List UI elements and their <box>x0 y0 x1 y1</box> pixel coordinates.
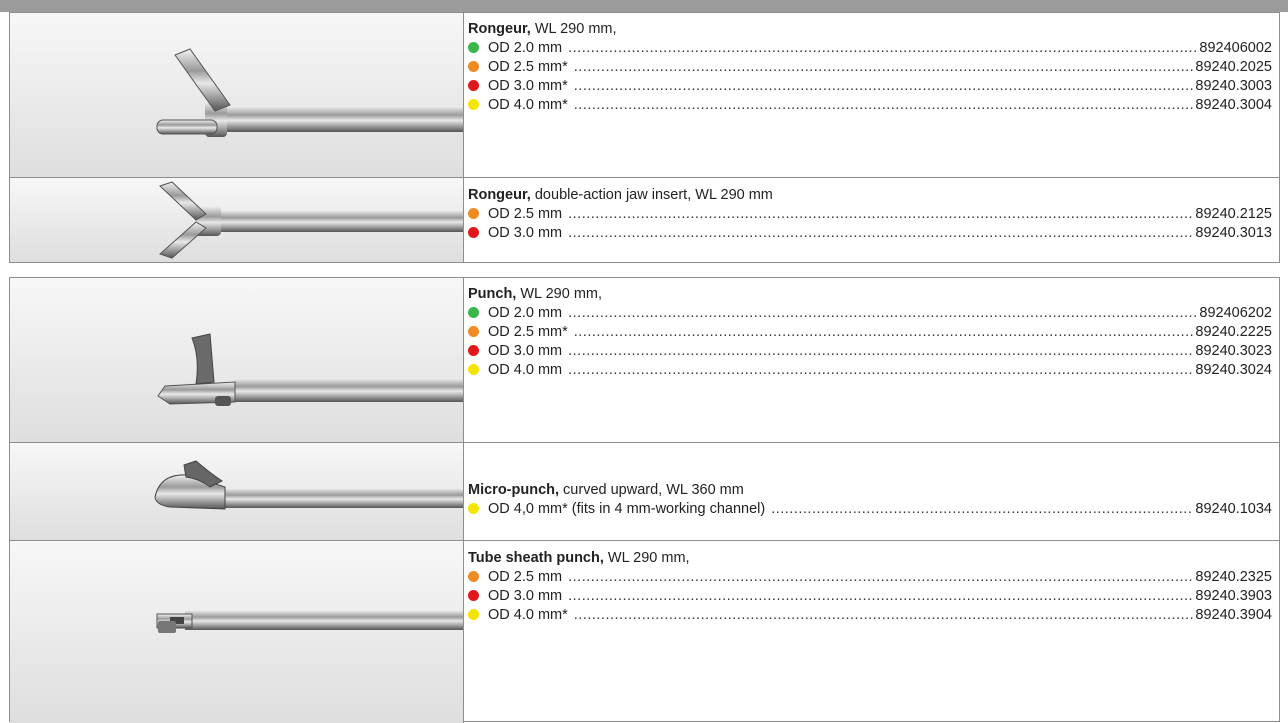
size-label: OD 2.0 mm <box>488 40 563 56</box>
article-number: 89240.3013 <box>1195 225 1272 241</box>
top-header-bar <box>0 0 1288 12</box>
product-title: Tube sheath punch, WL 290 mm, <box>468 550 690 566</box>
size-label: OD 4.0 mm <box>488 362 563 378</box>
yellow-size-dot <box>468 364 479 375</box>
product-title: Micro-punch, curved upward, WL 360 mm <box>468 482 744 498</box>
orange-size-dot <box>468 571 479 582</box>
order-item: OD 3.0 mm 89240.3023 <box>468 342 1272 361</box>
product-title: Rongeur, WL 290 mm, <box>468 21 617 37</box>
micro-punch-instrument-image <box>10 443 464 540</box>
article-number: 89240.3023 <box>1195 343 1272 359</box>
product-row-tube-sheath-punch: Tube sheath punch, WL 290 mm, OD 2.5 mm 8… <box>10 540 1279 723</box>
yellow-size-dot <box>468 503 479 514</box>
order-item: OD 4.0 mm* 89240.3004 <box>468 96 1272 115</box>
orange-size-dot <box>468 208 479 219</box>
size-label: OD 2.5 mm <box>488 206 563 222</box>
tube-sheath-punch-image <box>10 541 464 723</box>
article-number: 89240.3024 <box>1195 362 1272 378</box>
article-number: 89240.3003 <box>1195 78 1272 94</box>
article-number: 89240.2125 <box>1195 206 1272 222</box>
orange-size-dot <box>468 61 479 72</box>
red-size-dot <box>468 345 479 356</box>
article-number: 89240.3004 <box>1195 97 1272 113</box>
rongeur-double-action-details: Rongeur, double-action jaw insert, WL 29… <box>468 178 1272 262</box>
rongeur-details: Rongeur, WL 290 mm, OD 2.0 mm 892406002 O… <box>468 13 1272 177</box>
red-size-dot <box>468 590 479 601</box>
size-label: OD 4,0 mm* (fits in 4 mm-working channel… <box>488 501 766 517</box>
size-label: OD 3.0 mm* <box>488 78 568 94</box>
yellow-size-dot <box>468 609 479 620</box>
size-label: OD 2.5 mm* <box>488 59 568 75</box>
order-item: OD 2.5 mm* 89240.2225 <box>468 323 1272 342</box>
article-number: 892406002 <box>1199 40 1272 56</box>
order-item: OD 3.0 mm 89240.3013 <box>468 224 1272 243</box>
product-row-micro-punch: Micro-punch, curved upward, WL 360 mm OD… <box>10 442 1279 540</box>
product-row-rongeur: Rongeur, WL 290 mm, OD 2.0 mm 892406002 O… <box>10 13 1279 177</box>
punch-instrument-image <box>10 278 464 442</box>
product-row-rongeur-double-action: Rongeur, double-action jaw insert, WL 29… <box>10 177 1279 262</box>
order-item: OD 3.0 mm* 89240.3003 <box>468 77 1272 96</box>
red-size-dot <box>468 80 479 91</box>
article-number: 89240.2325 <box>1195 569 1272 585</box>
order-item: OD 4,0 mm* (fits in 4 mm-working channel… <box>468 500 1272 519</box>
orange-size-dot <box>468 326 479 337</box>
size-label: OD 4.0 mm* <box>488 607 568 623</box>
order-item: OD 2.5 mm 89240.2325 <box>468 568 1272 587</box>
yellow-size-dot <box>468 99 479 110</box>
product-title: Rongeur, double-action jaw insert, WL 29… <box>468 187 773 203</box>
micro-punch-details: Micro-punch, curved upward, WL 360 mm OD… <box>468 443 1272 540</box>
size-label: OD 2.0 mm <box>488 305 563 321</box>
product-title: Punch, WL 290 mm, <box>468 286 603 302</box>
red-size-dot <box>468 227 479 238</box>
green-size-dot <box>468 307 479 318</box>
size-label: OD 2.5 mm* <box>488 324 568 340</box>
article-number: 89240.2225 <box>1195 324 1272 340</box>
size-label: OD 2.5 mm <box>488 569 563 585</box>
article-number: 89240.2025 <box>1195 59 1272 75</box>
green-size-dot <box>468 42 479 53</box>
size-label: OD 3.0 mm <box>488 343 563 359</box>
product-group-punches: Punch, WL 290 mm, OD 2.0 mm 892406202 OD … <box>9 277 1280 723</box>
article-number: 89240.1034 <box>1195 501 1272 517</box>
product-group-rongeurs: Rongeur, WL 290 mm, OD 2.0 mm 892406002 O… <box>9 12 1280 263</box>
rongeur-instrument-image <box>10 13 464 177</box>
tube-sheath-punch-details: Tube sheath punch, WL 290 mm, OD 2.5 mm 8… <box>468 541 1272 723</box>
article-number: 89240.3903 <box>1195 588 1272 604</box>
product-row-punch: Punch, WL 290 mm, OD 2.0 mm 892406202 OD … <box>10 278 1279 442</box>
order-item: OD 4.0 mm 89240.3024 <box>468 361 1272 380</box>
order-item: OD 3.0 mm 89240.3903 <box>468 587 1272 606</box>
double-action-rongeur-image <box>10 178 464 262</box>
order-item: OD 4.0 mm* 89240.3904 <box>468 606 1272 625</box>
article-number: 892406202 <box>1199 305 1272 321</box>
size-label: OD 3.0 mm <box>488 588 563 604</box>
size-label: OD 4.0 mm* <box>488 97 568 113</box>
size-label: OD 3.0 mm <box>488 225 563 241</box>
order-item: OD 2.0 mm 892406202 <box>468 304 1272 323</box>
article-number: 89240.3904 <box>1195 607 1272 623</box>
order-item: OD 2.5 mm 89240.2125 <box>468 205 1272 224</box>
punch-details: Punch, WL 290 mm, OD 2.0 mm 892406202 OD … <box>468 278 1272 442</box>
order-item: OD 2.5 mm* 89240.2025 <box>468 58 1272 77</box>
order-item: OD 2.0 mm 892406002 <box>468 39 1272 58</box>
